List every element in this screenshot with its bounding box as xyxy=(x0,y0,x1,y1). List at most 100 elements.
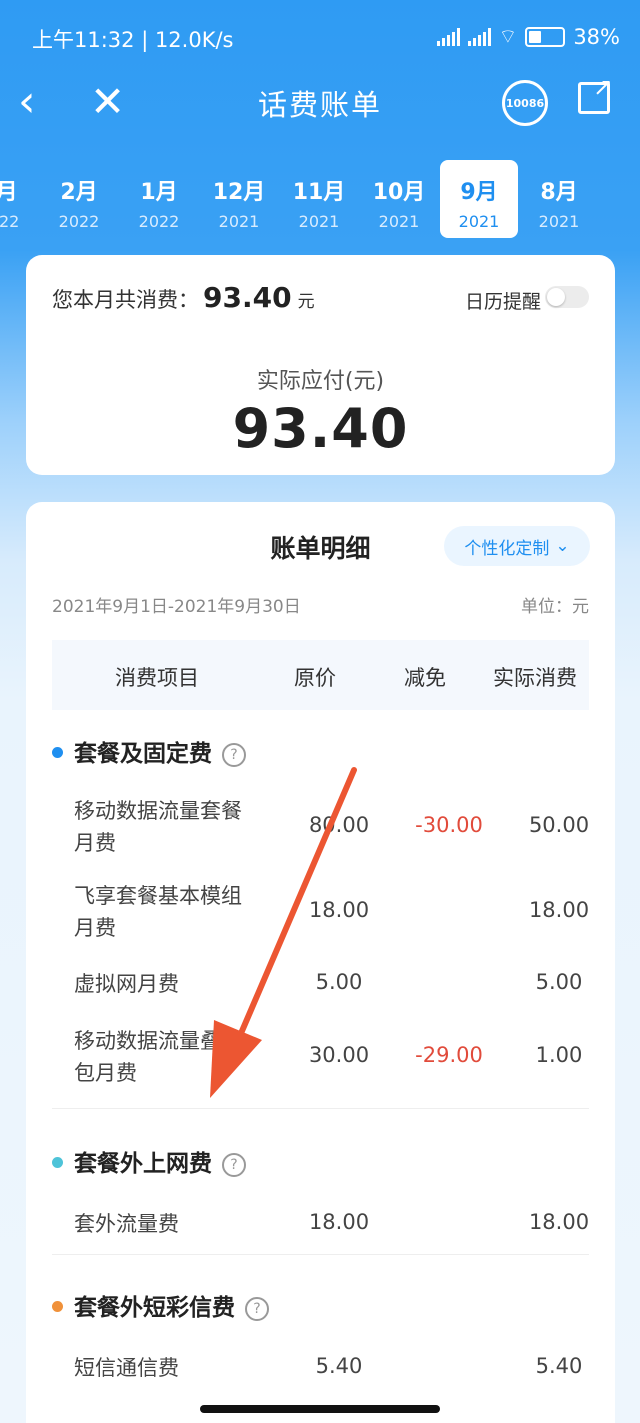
section-title: 套餐外短彩信费? xyxy=(74,1288,269,1322)
battery-icon xyxy=(525,26,566,47)
actual-charge: 18.00 xyxy=(528,1210,590,1234)
signal-icon-2 xyxy=(467,27,491,46)
section-divider xyxy=(52,1254,589,1255)
bill-item-name: 移动数据流量套餐月费 xyxy=(74,798,242,855)
status-time-speed: 上午11:32 | 12.0K/s xyxy=(32,28,234,52)
bill-section: 套餐外短彩信费? 短信通信费 5.40 5.40 xyxy=(52,1286,589,1398)
actual-charge: 1.00 xyxy=(535,1042,583,1067)
help-icon[interactable]: ? xyxy=(222,742,246,767)
bill-item-name: 短信通信费 xyxy=(74,1356,179,1380)
month-tab[interactable]: 12月 2021 xyxy=(200,160,278,238)
section-divider xyxy=(52,1108,589,1109)
bill-row: 套外流量费 18.00 18.00 xyxy=(52,1194,589,1254)
original-price: 80.00 xyxy=(308,812,370,837)
total-label: 您本月共消费： xyxy=(52,288,199,312)
help-icon[interactable]: ? xyxy=(245,1296,269,1321)
section-header: 套餐及固定费? xyxy=(52,732,589,772)
table-header: 消费项目 原价 减免 实际消费 xyxy=(52,640,589,710)
section-title: 套餐外上网费? xyxy=(74,1144,246,1178)
bill-row: 移动数据流量套餐月费 80.00 -30.00 50.00 xyxy=(52,784,589,869)
bill-row: 移动数据流量叠加包月费 30.00 -29.00 1.00 xyxy=(52,1014,589,1099)
col-reduction: 减免 xyxy=(404,666,446,690)
month-tab[interactable]: 9月 2021 xyxy=(440,160,518,238)
col-original: 原价 xyxy=(294,666,336,690)
actual-charge: 50.00 xyxy=(528,812,590,837)
chevron-down-icon: ⌄ xyxy=(555,536,570,556)
status-bar: 上午11:32 | 12.0K/s ⌔ 38% xyxy=(0,0,640,76)
month-label: 11月 xyxy=(292,180,346,205)
section-dot xyxy=(52,747,63,758)
month-tab[interactable]: 3月 2022 xyxy=(0,160,38,238)
month-label: 3月 xyxy=(0,180,18,205)
year-label: 2022 xyxy=(0,212,20,231)
bill-item-name: 移动数据流量叠加包月费 xyxy=(74,1028,242,1085)
bill-item-name: 套外流量费 xyxy=(74,1212,179,1236)
section-header: 套餐外短彩信费? xyxy=(52,1286,589,1326)
section-dot xyxy=(52,1157,63,1168)
month-tab[interactable]: 11月 2021 xyxy=(280,160,358,238)
section-title-text: 套餐外上网费 xyxy=(74,1151,212,1177)
month-label: 8月 xyxy=(540,180,578,205)
reduction: -30.00 xyxy=(415,812,483,837)
bill-item-name: 虚拟网月费 xyxy=(74,972,179,996)
year-label: 2022 xyxy=(138,212,180,231)
year-label: 2021 xyxy=(218,212,260,231)
year-label: 2021 xyxy=(538,212,580,231)
status-icons: ⌔ 38% xyxy=(436,24,620,49)
total-value: 93.40 xyxy=(203,281,292,314)
original-price: 5.00 xyxy=(315,970,363,994)
month-label: 2月 xyxy=(60,180,98,205)
month-label: 9月 xyxy=(460,180,498,205)
actual-charge: 5.00 xyxy=(535,970,583,994)
actual-charge: 5.40 xyxy=(535,1354,583,1378)
customize-button[interactable]: 个性化定制 ⌄ xyxy=(444,526,590,566)
battery-level: 38% xyxy=(573,24,620,49)
actual-charge: 18.00 xyxy=(528,897,590,922)
col-actual: 实际消费 xyxy=(493,666,577,690)
pay-label: 实际应付(元) xyxy=(256,369,385,394)
bill-row: 短信通信费 5.40 5.40 xyxy=(52,1338,589,1398)
bill-section: 套餐及固定费? 移动数据流量套餐月费 80.00 -30.00 50.00 飞享套餐基本模… xyxy=(52,732,589,1099)
col-item: 消费项目 xyxy=(115,666,199,690)
wifi-icon: ⌔ xyxy=(498,24,518,48)
nav-bar: ‹ ✕ 话费账单 10086 xyxy=(0,70,640,134)
original-price: 18.00 xyxy=(308,897,370,922)
customer-service-button[interactable]: 10086 xyxy=(502,80,548,126)
section-header: 套餐外上网费? xyxy=(52,1142,589,1182)
original-price: 30.00 xyxy=(308,1042,370,1067)
section-title: 套餐及固定费? xyxy=(74,734,246,768)
unit-label: 单位：元 xyxy=(521,597,589,617)
total-unit: 元 xyxy=(297,292,315,312)
total-consumption: 您本月共消费： 93.40 元 xyxy=(52,281,315,314)
year-label: 2021 xyxy=(298,212,340,231)
month-tab[interactable]: 2月 2022 xyxy=(40,160,118,238)
service-number: 10086 xyxy=(505,96,545,110)
reduction: -29.00 xyxy=(415,1042,483,1067)
bill-section: 套餐外上网费? 套外流量费 18.00 18.00 xyxy=(52,1142,589,1254)
help-icon[interactable]: ? xyxy=(222,1152,246,1177)
home-indicator[interactable] xyxy=(200,1405,440,1413)
month-tab[interactable]: 8月 2021 xyxy=(520,160,598,238)
year-label: 2021 xyxy=(458,212,500,231)
section-title-text: 套餐及固定费 xyxy=(74,741,212,767)
year-label: 2021 xyxy=(378,212,420,231)
month-label: 10月 xyxy=(372,180,426,205)
pay-value: 93.40 xyxy=(232,397,409,460)
original-price: 5.40 xyxy=(315,1354,363,1378)
year-label: 2022 xyxy=(58,212,100,231)
section-title-text: 套餐外短彩信费 xyxy=(74,1295,235,1321)
month-tab[interactable]: 1月 2022 xyxy=(120,160,198,238)
share-icon[interactable] xyxy=(578,73,613,114)
bill-row: 虚拟网月费 5.00 5.00 xyxy=(52,954,589,1014)
month-label: 12月 xyxy=(212,180,266,205)
signal-icon xyxy=(436,27,460,46)
bill-item-name: 飞享套餐基本模组月费 xyxy=(74,883,242,940)
bill-row: 飞享套餐基本模组月费 18.00 18.00 xyxy=(52,869,589,954)
calendar-reminder-toggle[interactable] xyxy=(545,286,589,308)
month-label: 1月 xyxy=(140,180,178,205)
summary-card: 您本月共消费： 93.40 元 日历提醒 实际应付(元) 93.40 xyxy=(26,255,615,475)
customize-label: 个性化定制 xyxy=(464,538,550,559)
month-tab[interactable]: 10月 2021 xyxy=(360,160,438,238)
section-dot xyxy=(52,1301,63,1312)
bill-detail-card: 账单明细 个性化定制 ⌄ 2021年9月1日-2021年9月30日 单位：元 消… xyxy=(26,502,615,1423)
